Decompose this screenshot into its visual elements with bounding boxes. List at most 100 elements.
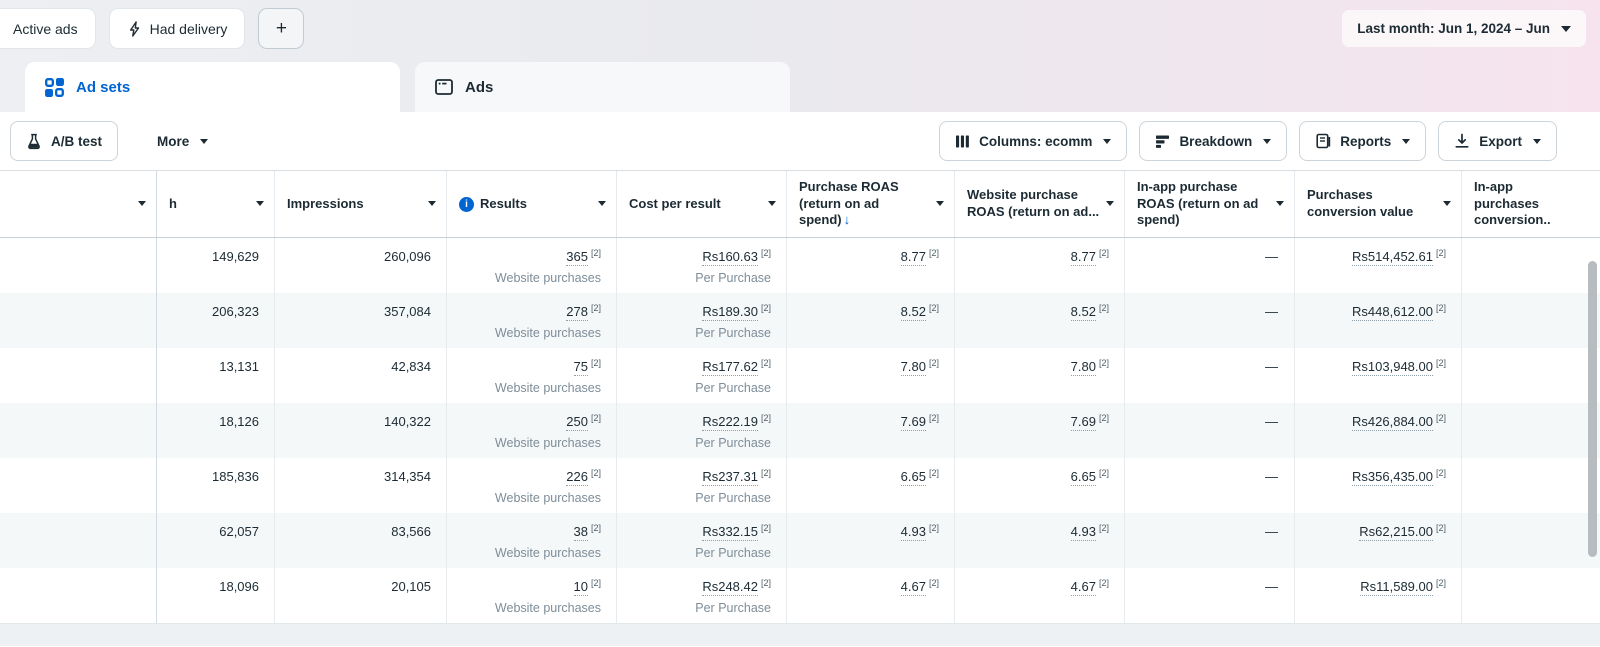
bolt-icon	[127, 21, 142, 37]
cell-in-app-conversion	[1462, 293, 1600, 348]
column-caret-icon[interactable]	[1276, 201, 1284, 206]
purchases-conversion-value[interactable]: Rs448,612.00	[1352, 304, 1433, 321]
purchase-roas-value[interactable]: 7.80	[901, 359, 926, 376]
results-value[interactable]: 38	[574, 524, 588, 541]
column-caret-icon[interactable]	[256, 201, 264, 206]
breakdown-button[interactable]: Breakdown	[1139, 121, 1287, 161]
add-filter-button[interactable]: +	[258, 8, 304, 49]
column-caret-icon[interactable]	[428, 201, 436, 206]
purchase-roas-value[interactable]: 6.65	[901, 469, 926, 486]
cell-impressions: 140,322	[275, 403, 447, 458]
column-header-reach[interactable]: h	[157, 171, 275, 237]
cost-sublabel: Per Purchase	[625, 546, 771, 561]
website-purchase-roas-value[interactable]: 7.69	[1071, 414, 1096, 431]
cell-website-purchase-roas: 8.52[2]	[955, 293, 1125, 348]
reports-button[interactable]: Reports	[1299, 121, 1426, 161]
column-caret-icon[interactable]	[768, 201, 776, 206]
filter-had-delivery-label: Had delivery	[150, 21, 228, 37]
column-header-in-app-purchases-conversion[interactable]: In-app purchases conversion..	[1462, 171, 1600, 237]
cost-per-result-value[interactable]: Rs177.62	[702, 359, 758, 376]
footnote-marker: [2]	[1099, 523, 1109, 534]
table-row: 206,323 357,084 278[2] Website purchases…	[0, 293, 1600, 348]
tab-ads[interactable]: Ads	[415, 62, 790, 112]
column-header-results[interactable]: i Results	[447, 171, 617, 237]
cell-unnamed	[0, 348, 157, 403]
cell-in-app-purchase-roas: —	[1125, 293, 1295, 348]
date-range-selector[interactable]: Last month: Jun 1, 2024 – Jun	[1342, 10, 1586, 47]
filter-had-delivery[interactable]: Had delivery	[109, 8, 246, 49]
cost-per-result-value[interactable]: Rs237.31	[702, 469, 758, 486]
results-value[interactable]: 75	[574, 359, 588, 376]
cost-per-result-value[interactable]: Rs222.19	[702, 414, 758, 431]
ab-test-button[interactable]: A/B test	[10, 121, 118, 161]
export-button[interactable]: Export	[1438, 121, 1557, 161]
column-header-purchases-conversion-value[interactable]: Purchases conversion value	[1295, 171, 1462, 237]
chevron-down-icon	[1402, 139, 1410, 144]
footnote-marker: [2]	[1099, 303, 1109, 314]
tab-ad-sets[interactable]: Ad sets	[25, 62, 400, 112]
purchases-conversion-value[interactable]: Rs62,215.00	[1359, 524, 1433, 541]
cost-per-result-value[interactable]: Rs248.42	[702, 579, 758, 596]
column-caret-icon[interactable]	[598, 201, 606, 206]
website-purchase-roas-value[interactable]: 8.52	[1071, 304, 1096, 321]
cell-purchases-conversion-value: Rs514,452.61[2]	[1295, 238, 1462, 293]
footnote-marker: [2]	[929, 468, 939, 479]
column-header-website-purchase-roas[interactable]: Website purchase ROAS (return on ad...	[955, 171, 1125, 237]
footnote-marker: [2]	[761, 523, 771, 534]
tab-ad-sets-label: Ad sets	[76, 79, 130, 96]
purchase-roas-value[interactable]: 4.67	[901, 579, 926, 596]
website-purchase-roas-value[interactable]: 7.80	[1071, 359, 1096, 376]
purchase-roas-value[interactable]: 8.52	[901, 304, 926, 321]
cell-results: 226[2] Website purchases	[447, 458, 617, 513]
purchases-conversion-value[interactable]: Rs103,948.00	[1352, 359, 1433, 376]
column-caret-icon[interactable]	[936, 201, 944, 206]
column-header-impressions[interactable]: Impressions	[275, 171, 447, 237]
cell-purchase-roas: 8.77[2]	[787, 238, 955, 293]
results-value[interactable]: 365	[566, 249, 588, 266]
results-value[interactable]: 226	[566, 469, 588, 486]
purchase-roas-value[interactable]: 4.93	[901, 524, 926, 541]
website-purchase-roas-value[interactable]: 4.67	[1071, 579, 1096, 596]
column-header-unnamed[interactable]	[0, 171, 157, 237]
purchases-conversion-value[interactable]: Rs514,452.61	[1352, 249, 1433, 266]
cell-reach: 206,323	[157, 293, 275, 348]
results-value[interactable]: 250	[566, 414, 588, 431]
filter-active-ads[interactable]: Active ads	[0, 8, 96, 49]
table-row: 185,836 314,354 226[2] Website purchases…	[0, 458, 1600, 513]
vertical-scrollbar[interactable]	[1588, 261, 1597, 557]
cell-in-app-purchase-roas: —	[1125, 348, 1295, 403]
purchases-conversion-value[interactable]: Rs11,589.00	[1360, 579, 1433, 596]
column-caret-icon[interactable]	[1443, 201, 1451, 206]
column-header-in-app-purchase-roas[interactable]: In-app purchase ROAS (return on ad spend…	[1125, 171, 1295, 237]
sort-descending-icon[interactable]: ↓	[844, 212, 851, 227]
purchase-roas-value[interactable]: 8.77	[901, 249, 926, 266]
info-icon[interactable]: i	[459, 197, 474, 212]
columns-button[interactable]: Columns: ecomm	[939, 121, 1127, 161]
cell-impressions: 260,096	[275, 238, 447, 293]
results-value[interactable]: 278	[566, 304, 588, 321]
table-row: 18,096 20,105 10[2] Website purchases Rs…	[0, 568, 1600, 623]
column-header-purchase-roas[interactable]: Purchase ROAS (return on ad spend)↓	[787, 171, 955, 237]
cost-per-result-value[interactable]: Rs189.30	[702, 304, 758, 321]
website-purchase-roas-value[interactable]: 4.93	[1071, 524, 1096, 541]
purchases-conversion-value[interactable]: Rs356,435.00	[1352, 469, 1433, 486]
column-caret-icon[interactable]	[138, 201, 146, 206]
cost-sublabel: Per Purchase	[625, 436, 771, 451]
purchase-roas-value[interactable]: 7.69	[901, 414, 926, 431]
flask-icon	[26, 133, 42, 150]
top-banner: Active ads Had delivery + Last month: Ju…	[0, 0, 1600, 112]
cell-results: 10[2] Website purchases	[447, 568, 617, 623]
cost-per-result-value[interactable]: Rs160.63	[702, 249, 758, 266]
cost-per-result-value[interactable]: Rs332.15	[702, 524, 758, 541]
more-button[interactable]: More	[142, 121, 223, 161]
website-purchase-roas-value[interactable]: 8.77	[1071, 249, 1096, 266]
cell-purchases-conversion-value: Rs11,589.00[2]	[1295, 568, 1462, 623]
column-caret-icon[interactable]	[1106, 201, 1114, 206]
column-header-cost-per-result[interactable]: Cost per result	[617, 171, 787, 237]
cell-website-purchase-roas: 7.80[2]	[955, 348, 1125, 403]
purchases-conversion-value[interactable]: Rs426,884.00	[1352, 414, 1433, 431]
results-value[interactable]: 10	[574, 579, 588, 596]
breakdown-icon	[1155, 134, 1170, 149]
website-purchase-roas-value[interactable]: 6.65	[1071, 469, 1096, 486]
footnote-marker: [2]	[929, 248, 939, 259]
